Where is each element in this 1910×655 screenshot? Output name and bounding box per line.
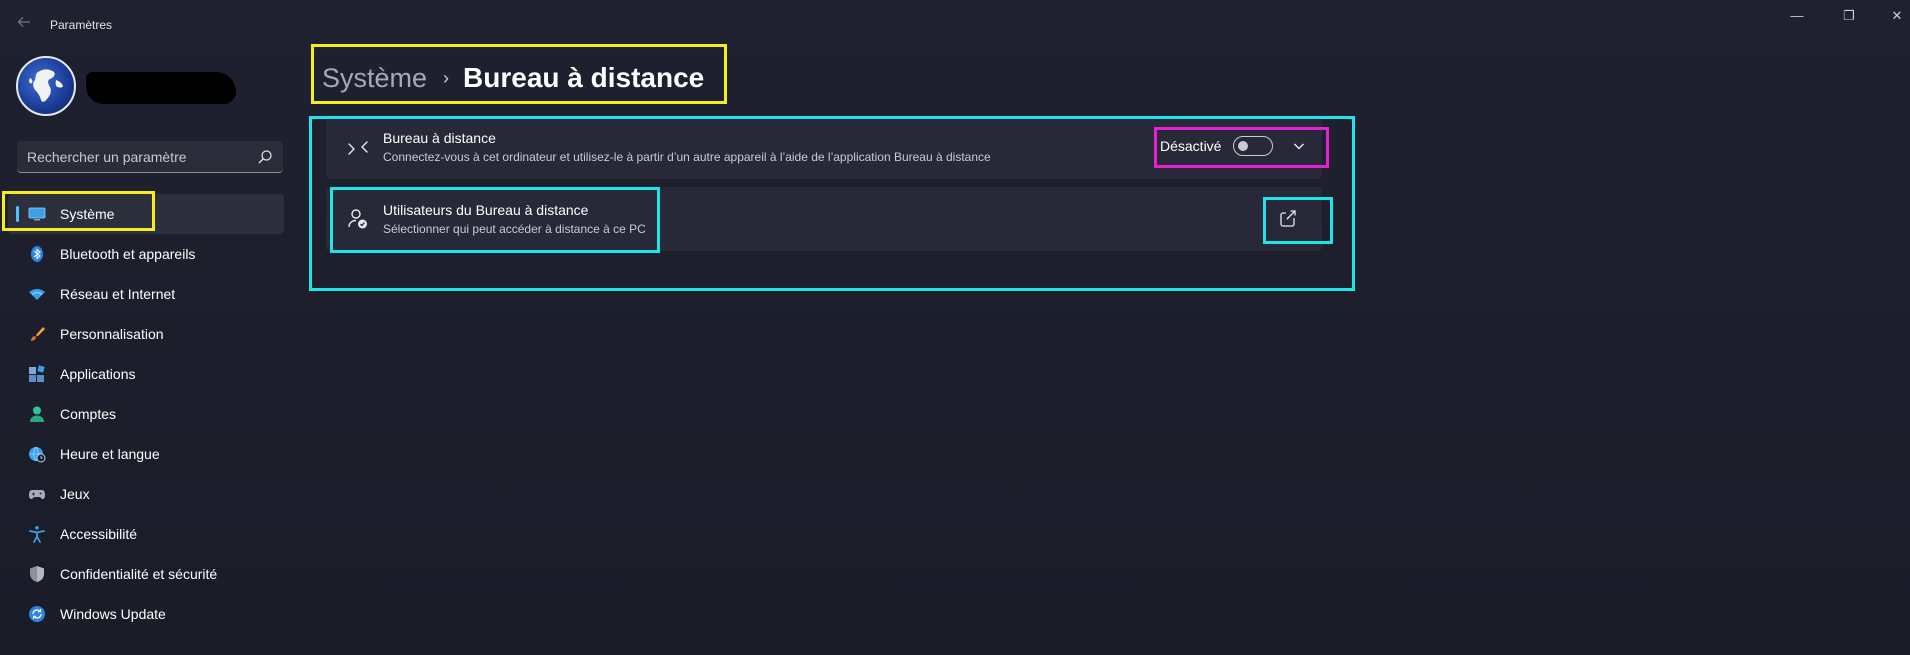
globe-clock-icon: [29, 446, 46, 463]
sidebar-item-confidentialite[interactable]: Confidentialité et sécurité: [8, 554, 284, 594]
highlight-box-remote-users: [330, 187, 660, 253]
sidebar-item-label: Bluetooth et appareils: [60, 246, 196, 262]
avatar: [16, 56, 76, 116]
wifi-icon: [29, 289, 45, 300]
bluetooth-icon: [31, 246, 43, 262]
sidebar-item-applications[interactable]: Applications: [8, 354, 284, 394]
user-profile[interactable]: [16, 56, 296, 128]
sidebar-item-label: Personnalisation: [60, 326, 164, 342]
search-box[interactable]: [17, 141, 283, 173]
apps-icon: [29, 365, 45, 382]
update-icon: [29, 606, 45, 622]
sidebar-item-jeux[interactable]: Jeux: [8, 474, 284, 514]
accessibility-icon: [29, 526, 45, 543]
sidebar-item-label: Heure et langue: [60, 446, 160, 462]
settings-window: Paramètres — ❐ ✕ Rechercher un paramètre…: [0, 0, 1910, 655]
sidebar-item-label: Comptes: [60, 406, 117, 422]
sidebar-item-accessibilite[interactable]: Accessibilité: [8, 514, 284, 554]
highlight-box-toggle: [1154, 127, 1329, 168]
back-arrow-icon[interactable]: [14, 14, 34, 34]
redacted-username: [86, 72, 236, 104]
highlight-box-external-link: [1263, 197, 1333, 244]
person-icon: [30, 406, 44, 422]
sidebar-item-windows-update[interactable]: Windows Update: [8, 594, 284, 634]
search-input[interactable]: [27, 141, 247, 172]
shield-icon: [30, 566, 44, 582]
close-button[interactable]: ✕: [1874, 6, 1910, 26]
sidebar-item-label: Windows Update: [60, 606, 166, 622]
sidebar-item-bluetooth[interactable]: Bluetooth et appareils: [8, 234, 284, 274]
globe-icon: [29, 69, 63, 102]
app-title: Paramètres: [50, 18, 113, 32]
minimize-button[interactable]: —: [1774, 6, 1820, 26]
sidebar-item-label: Applications: [60, 366, 136, 382]
sidebar-item-comptes[interactable]: Comptes: [8, 394, 284, 434]
sidebar-item-heure-langue[interactable]: Heure et langue: [8, 434, 284, 474]
highlight-box-breadcrumb: [311, 44, 727, 104]
gamepad-icon: [29, 490, 45, 499]
title-bar: Paramètres — ❐ ✕: [0, 0, 1910, 48]
highlight-box-systeme: [2, 191, 155, 231]
sidebar-item-reseau[interactable]: Réseau et Internet: [8, 274, 284, 314]
maximize-button[interactable]: ❐: [1826, 6, 1872, 26]
sidebar-item-label: Réseau et Internet: [60, 286, 176, 302]
sidebar-nav: Système Bluetooth et appareils Réseau et…: [0, 194, 290, 634]
sidebar-item-label: Confidentialité et sécurité: [60, 566, 218, 582]
sidebar-item-label: Jeux: [60, 486, 90, 502]
brush-icon: [31, 327, 45, 341]
sidebar-item-personnalisation[interactable]: Personnalisation: [8, 314, 284, 354]
sidebar-item-label: Accessibilité: [60, 526, 138, 542]
search-icon[interactable]: [257, 149, 273, 165]
